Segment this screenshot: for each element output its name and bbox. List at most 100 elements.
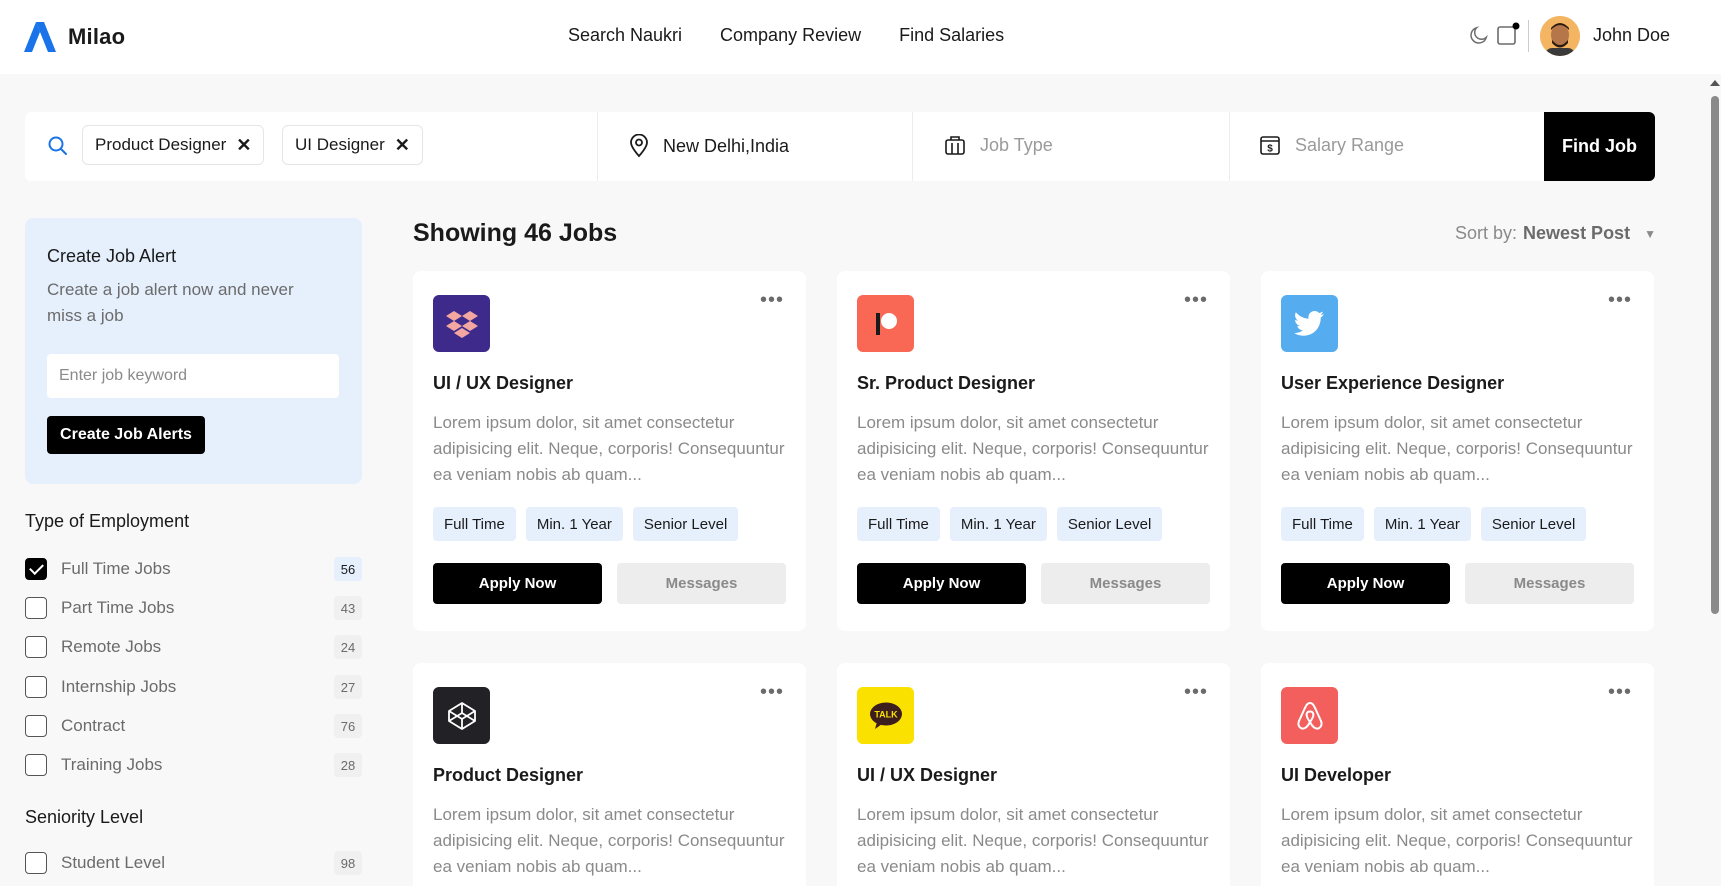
job-card[interactable]: ••• UI Developer Lorem ipsum dolor, sit … [1261,663,1654,886]
job-tag: Senior Level [1056,507,1163,541]
job-card[interactable]: ••• Sr. Product Designer Lorem ipsum dol… [837,271,1230,631]
job-title[interactable]: UI / UX Designer [857,765,997,786]
job-tag: Full Time [857,507,940,541]
filter-full-time[interactable]: Full Time Jobs 56 [25,556,362,582]
filter-count: 24 [334,635,362,659]
more-options-icon[interactable]: ••• [1184,682,1208,702]
nav-company-review[interactable]: Company Review [720,25,861,46]
job-title[interactable]: UI / UX Designer [433,373,573,394]
salary-icon: $ [1260,136,1280,155]
job-keyword-input[interactable] [47,354,339,398]
filter-student-level[interactable]: Student Level 98 [25,850,362,876]
remove-chip-icon[interactable]: ✕ [395,136,410,154]
page-scrollbar[interactable] [1708,78,1721,886]
alert-title: Create Job Alert [47,246,177,266]
job-tag: Full Time [1281,507,1364,541]
sort-dropdown[interactable]: Sort by: Newest Post ▼ [1455,223,1656,244]
remove-chip-icon[interactable]: ✕ [236,136,251,154]
job-tags: Full Time Min. 1 Year Senior Level [857,507,1163,541]
scroll-up-arrow-icon[interactable] [1710,80,1720,86]
sort-value: Newest Post [1523,223,1631,243]
dark-mode-icon[interactable] [1468,24,1490,46]
keyword-chip[interactable]: UI Designer ✕ [282,125,423,165]
create-job-alerts-button[interactable]: Create Job Alerts [47,416,205,454]
filter-label: Part Time Jobs [61,598,175,617]
more-options-icon[interactable]: ••• [1608,682,1632,702]
apply-now-button[interactable]: Apply Now [433,563,602,604]
scroll-thumb[interactable] [1711,96,1719,614]
search-icon [48,136,67,155]
header-divider [1528,20,1529,52]
checkbox[interactable] [25,852,47,874]
job-card[interactable]: ••• TALK UI / UX Designer Lorem ipsum do… [837,663,1230,886]
job-tag: Full Time [433,507,516,541]
job-title[interactable]: User Experience Designer [1281,373,1504,394]
more-options-icon[interactable]: ••• [1184,290,1208,310]
search-divider [912,112,913,181]
employment-type-heading: Type of Employment [25,511,190,531]
filter-internship[interactable]: Internship Jobs 27 [25,674,362,700]
user-name[interactable]: John Doe [1593,25,1670,46]
job-card[interactable]: ••• User Experience Designer Lorem ipsum… [1261,271,1654,631]
filter-part-time[interactable]: Part Time Jobs 43 [25,595,362,621]
job-card[interactable]: ••• UI / UX Designer Lorem ipsum dolor, … [413,271,806,631]
filter-label: Internship Jobs [61,677,177,696]
job-tag: Senior Level [632,507,739,541]
more-options-icon[interactable]: ••• [760,290,784,310]
filter-label: Remote Jobs [61,637,162,656]
checkbox[interactable] [25,676,47,698]
filter-remote[interactable]: Remote Jobs 24 [25,634,362,660]
checkbox[interactable] [25,715,47,737]
job-tag: Min. 1 Year [949,507,1047,541]
location-field[interactable]: New Delhi,India [629,134,789,158]
job-title[interactable]: Product Designer [433,765,583,786]
checkbox[interactable] [25,636,47,658]
more-options-icon[interactable]: ••• [1608,290,1632,310]
airbnb-icon [1281,687,1338,744]
job-description: Lorem ipsum dolor, sit amet consectetur … [433,805,785,876]
job-card[interactable]: ••• Product Designer Lorem ipsum dolor, … [413,663,806,886]
job-tag: Senior Level [1480,507,1587,541]
user-avatar[interactable] [1540,16,1580,56]
job-tag: Min. 1 Year [525,507,623,541]
job-description: Lorem ipsum dolor, sit amet consectetur … [1281,805,1633,876]
checkbox-checked[interactable] [25,558,47,580]
main-nav: Search Naukri Company Review Find Salari… [568,25,1004,46]
twitter-icon [1281,295,1338,352]
job-description: Lorem ipsum dolor, sit amet consectetur … [857,413,1209,484]
apply-now-button[interactable]: Apply Now [1281,563,1450,604]
chip-label: Product Designer [95,135,227,154]
nav-find-salaries[interactable]: Find Salaries [899,25,1004,46]
checkbox[interactable] [25,597,47,619]
brand-logo[interactable]: Milao [24,22,125,52]
salary-range-field[interactable]: $ Salary Range [1259,134,1404,156]
job-title[interactable]: UI Developer [1281,765,1391,786]
job-type-field[interactable]: Job Type [944,134,1053,156]
filter-count: 28 [334,753,362,777]
messages-button[interactable]: Messages [617,563,786,604]
codepen-icon [433,687,490,744]
job-title[interactable]: Sr. Product Designer [857,373,1035,394]
checkbox[interactable] [25,754,47,776]
messages-button[interactable]: Messages [1465,563,1634,604]
notification-icon[interactable] [1496,22,1520,46]
milao-logo-icon [24,22,56,52]
find-job-button[interactable]: Find Job [1544,112,1655,181]
nav-search-naukri[interactable]: Search Naukri [568,25,682,46]
filter-training[interactable]: Training Jobs 28 [25,752,362,778]
avatar-face-icon [1540,16,1580,56]
filter-count: 98 [334,851,362,875]
dropbox-icon [433,295,490,352]
apply-now-button[interactable]: Apply Now [857,563,1026,604]
more-options-icon[interactable]: ••• [760,682,784,702]
filter-count: 27 [334,675,362,699]
chip-label: UI Designer [295,135,385,154]
kakaotalk-logo-text: TALK [874,709,898,719]
patreon-icon [857,295,914,352]
keyword-chip[interactable]: Product Designer ✕ [82,125,265,165]
search-divider [597,112,598,181]
kakaotalk-icon: TALK [857,687,914,744]
chevron-down-icon: ▼ [1644,226,1656,241]
filter-contract[interactable]: Contract 76 [25,713,362,739]
messages-button[interactable]: Messages [1041,563,1210,604]
